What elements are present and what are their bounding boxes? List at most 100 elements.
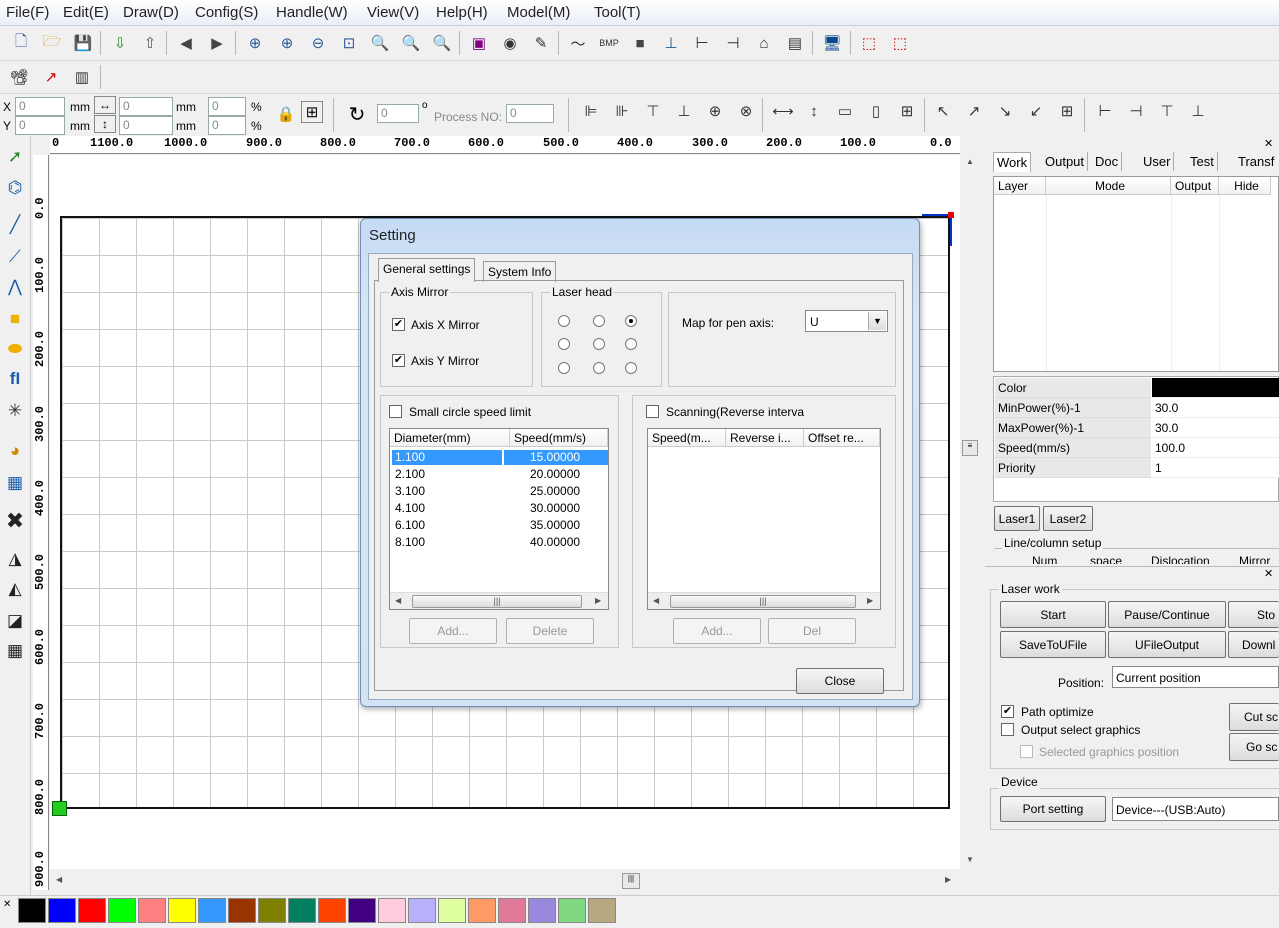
laser-head-radio-ml[interactable] bbox=[558, 338, 570, 350]
laser-pointer-icon[interactable]: ↗ bbox=[38, 64, 64, 90]
offset-column-header[interactable]: Offset re... bbox=[804, 429, 880, 447]
select-arrow-icon[interactable]: ➚ bbox=[2, 144, 28, 170]
camera-icon[interactable]: 📽 bbox=[6, 64, 32, 90]
color-swatch[interactable] bbox=[558, 898, 586, 923]
ungroup-icon[interactable]: ⬚ bbox=[887, 30, 913, 56]
prop-value[interactable]: 30.0 bbox=[1152, 418, 1279, 438]
tab-test[interactable]: Test bbox=[1187, 152, 1218, 171]
monitor-icon[interactable]: 🖥 bbox=[819, 30, 845, 56]
redo-icon[interactable]: ▶ bbox=[204, 30, 230, 56]
color-swatch[interactable] bbox=[48, 898, 76, 923]
axis-y-mirror-checkbox[interactable]: ✔ bbox=[392, 354, 405, 367]
ellipse-tool-icon[interactable]: ⬬ bbox=[2, 336, 28, 362]
table-row[interactable]: 8.100 40.00000 bbox=[392, 535, 608, 552]
scroll-thumb[interactable]: ||| bbox=[622, 873, 640, 889]
color-swatch[interactable] bbox=[108, 898, 136, 923]
zoom-window-icon[interactable]: ⊕ bbox=[242, 30, 268, 56]
rectangle-tool-icon[interactable]: ■ bbox=[2, 306, 28, 332]
scroll-right-icon[interactable]: ▶ bbox=[595, 596, 601, 605]
width-field[interactable]: 0 bbox=[119, 97, 173, 116]
color-swatch[interactable] bbox=[318, 898, 346, 923]
scanning-checkbox[interactable] bbox=[646, 405, 659, 418]
tab-work[interactable]: Work bbox=[993, 152, 1032, 172]
axis-x-mirror-checkbox[interactable]: ✔ bbox=[392, 318, 405, 331]
layer-list[interactable]: Layer Mode Output Hide bbox=[993, 176, 1279, 372]
color-swatch[interactable] bbox=[78, 898, 106, 923]
laser-head-radio-mc[interactable] bbox=[593, 338, 605, 350]
open-folder-icon[interactable]: 🗁 bbox=[39, 30, 65, 56]
port-setting-button[interactable]: Port setting bbox=[1000, 796, 1106, 822]
prop-row-minpower[interactable]: MinPower(%)-1 30.0 bbox=[995, 398, 1279, 418]
color-swatch[interactable] bbox=[18, 898, 46, 923]
scroll-left-icon[interactable]: ◀ bbox=[653, 596, 659, 605]
color-swatch[interactable] bbox=[378, 898, 406, 923]
table-row[interactable]: 1.100 15.00000 bbox=[392, 450, 608, 467]
scanning-list[interactable]: Speed(m... Reverse i... Offset re... ◀ |… bbox=[647, 428, 881, 610]
color-swatch[interactable] bbox=[348, 898, 376, 923]
list-hscrollbar[interactable]: ◀ ||| ▶ bbox=[648, 592, 880, 609]
import-icon[interactable]: ⇩ bbox=[107, 30, 133, 56]
color-swatch[interactable] bbox=[288, 898, 316, 923]
scanning-add-button[interactable]: Add... bbox=[673, 618, 761, 644]
fill-square-icon[interactable]: ■ bbox=[627, 30, 653, 56]
stop-button[interactable]: Sto bbox=[1228, 601, 1279, 628]
zoom-all-icon[interactable]: 🔍 bbox=[429, 30, 455, 56]
laser-head-radio-tr[interactable] bbox=[625, 315, 637, 327]
tab-output[interactable]: Output bbox=[1042, 152, 1089, 171]
align-vcenter-icon[interactable]: ⊗ bbox=[733, 98, 759, 124]
table-row[interactable]: 2.100 20.00000 bbox=[392, 467, 608, 484]
corner-tr-icon[interactable]: ↗ bbox=[961, 98, 987, 124]
laser-head-radio-tl[interactable] bbox=[558, 315, 570, 327]
pen-edit-icon[interactable]: ✎ bbox=[528, 30, 554, 56]
align-left-icon[interactable]: ⊫ bbox=[578, 98, 604, 124]
height-field[interactable]: 0 bbox=[119, 116, 173, 135]
color-swatch[interactable] bbox=[168, 898, 196, 923]
document-icon[interactable]: ▤ bbox=[782, 30, 808, 56]
color-swatch[interactable] bbox=[438, 898, 466, 923]
scroll-up-icon[interactable]: ▲ bbox=[966, 157, 974, 166]
download-button[interactable]: Downl bbox=[1228, 631, 1279, 658]
scroll-right-icon[interactable]: ▶ bbox=[867, 596, 873, 605]
delete-tool-icon[interactable]: ✖ bbox=[2, 508, 28, 534]
top-edge-icon[interactable]: ⊤ bbox=[1154, 98, 1180, 124]
lock-ratio-icon[interactable]: 🔒 bbox=[273, 101, 299, 127]
same-width-icon[interactable]: ⟷ bbox=[770, 98, 796, 124]
small-circle-list[interactable]: Diameter(mm) Speed(mm/s) 1.100 15.00000 … bbox=[389, 428, 609, 610]
new-file-icon[interactable]: 🗋 bbox=[8, 30, 34, 56]
laser-head-icon[interactable]: ⌂ bbox=[751, 30, 777, 56]
align-bottom-icon[interactable]: ⊥ bbox=[671, 98, 697, 124]
mirror-h-icon[interactable]: ◮ bbox=[2, 546, 28, 572]
laser-head-radio-bl[interactable] bbox=[558, 362, 570, 374]
zoom-fit-icon[interactable]: ⊡ bbox=[336, 30, 362, 56]
go-scale-button[interactable]: Go sc bbox=[1229, 733, 1279, 761]
line-tool-icon[interactable]: ╱ bbox=[2, 212, 28, 238]
polyline-tool-icon[interactable]: ⟋ bbox=[2, 244, 28, 270]
table-row[interactable]: 3.100 25.00000 bbox=[392, 484, 608, 501]
tab-system-info[interactable]: System Info bbox=[483, 261, 557, 282]
x-position-field[interactable]: 0 bbox=[15, 97, 65, 116]
scroll-left-icon[interactable]: ◀ bbox=[395, 596, 401, 605]
grid-array-icon[interactable]: ▦ bbox=[2, 470, 28, 496]
bitmap-icon[interactable]: BMP bbox=[596, 30, 622, 56]
prop-value[interactable]: 30.0 bbox=[1152, 398, 1279, 418]
zoom-select-icon[interactable]: 🔍 bbox=[398, 30, 424, 56]
position-select[interactable]: Current position bbox=[1112, 666, 1279, 688]
laser-head-radio-br[interactable] bbox=[625, 362, 637, 374]
dist-h-icon[interactable]: ▭ bbox=[832, 98, 858, 124]
scale-x-field[interactable]: 0 bbox=[208, 97, 246, 116]
scale-y-field[interactable]: 0 bbox=[208, 116, 246, 135]
color-swatch[interactable] bbox=[528, 898, 556, 923]
menu-config[interactable]: Config(S) bbox=[195, 4, 258, 21]
tab-doc[interactable]: Doc bbox=[1092, 152, 1123, 171]
color-swatch[interactable] bbox=[258, 898, 286, 923]
close-icon[interactable]: ✕ bbox=[1264, 567, 1273, 580]
corner-bl-icon[interactable]: ↙ bbox=[1023, 98, 1049, 124]
group-icon[interactable]: ⬚ bbox=[856, 30, 882, 56]
left-edge-icon[interactable]: ⊢ bbox=[1092, 98, 1118, 124]
layer-column-header[interactable]: Layer bbox=[994, 177, 1046, 195]
color-swatch[interactable] bbox=[408, 898, 436, 923]
process-no-field[interactable]: 0 bbox=[506, 104, 554, 123]
zoom-out-icon[interactable]: ⊖ bbox=[305, 30, 331, 56]
close-icon[interactable]: ✕ bbox=[3, 899, 11, 910]
selected-position-checkbox[interactable] bbox=[1020, 745, 1033, 758]
